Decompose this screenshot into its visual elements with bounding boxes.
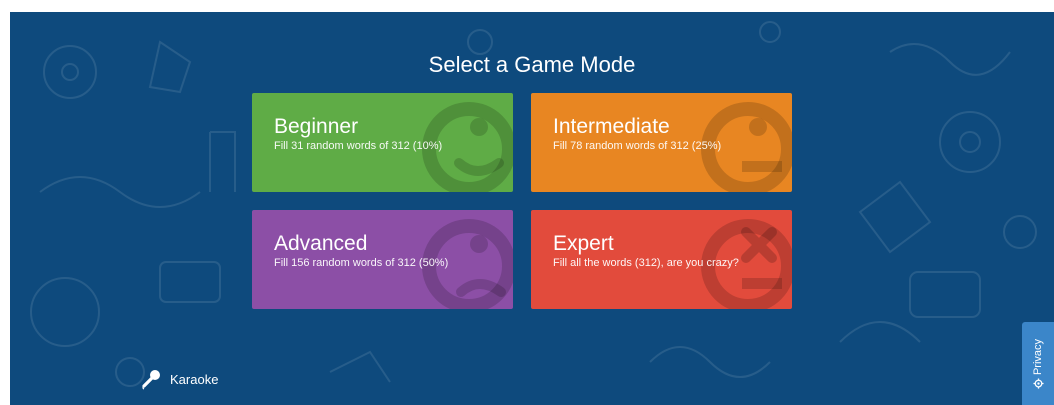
- microphone-icon: [142, 370, 160, 390]
- mode-name: Expert: [553, 232, 614, 255]
- mode-name: Beginner: [274, 115, 359, 138]
- mode-description: Fill all the words (312), are you crazy?: [553, 257, 739, 269]
- privacy-label: Privacy: [1032, 338, 1044, 376]
- mode-description: Fill 78 random words of 312 (25%): [553, 140, 722, 152]
- mode-name: Intermediate: [553, 115, 670, 138]
- karaoke-label: Karaoke: [170, 371, 219, 387]
- mode-description: Fill 31 random words of 312 (10%): [274, 140, 443, 152]
- mode-card-intermediate[interactable]: Intermediate Fill 78 random words of 312…: [531, 93, 792, 192]
- mode-description: Fill 156 random words of 312 (50%): [274, 257, 449, 269]
- karaoke-link[interactable]: Karaoke: [140, 368, 218, 390]
- mode-card-advanced[interactable]: Advanced Fill 156 random words of 312 (5…: [252, 210, 513, 309]
- gear-icon: [1032, 378, 1044, 389]
- game-mode-screen: Select a Game Mode: [10, 12, 1054, 405]
- mode-card-expert[interactable]: Expert Fill all the words (312), are you…: [531, 210, 792, 309]
- privacy-tab[interactable]: Privacy: [1022, 322, 1054, 405]
- mode-name: Advanced: [274, 232, 368, 255]
- mode-card-beginner[interactable]: Beginner Fill 31 random words of 312 (10…: [252, 93, 513, 192]
- page-title: Select a Game Mode: [428, 52, 636, 77]
